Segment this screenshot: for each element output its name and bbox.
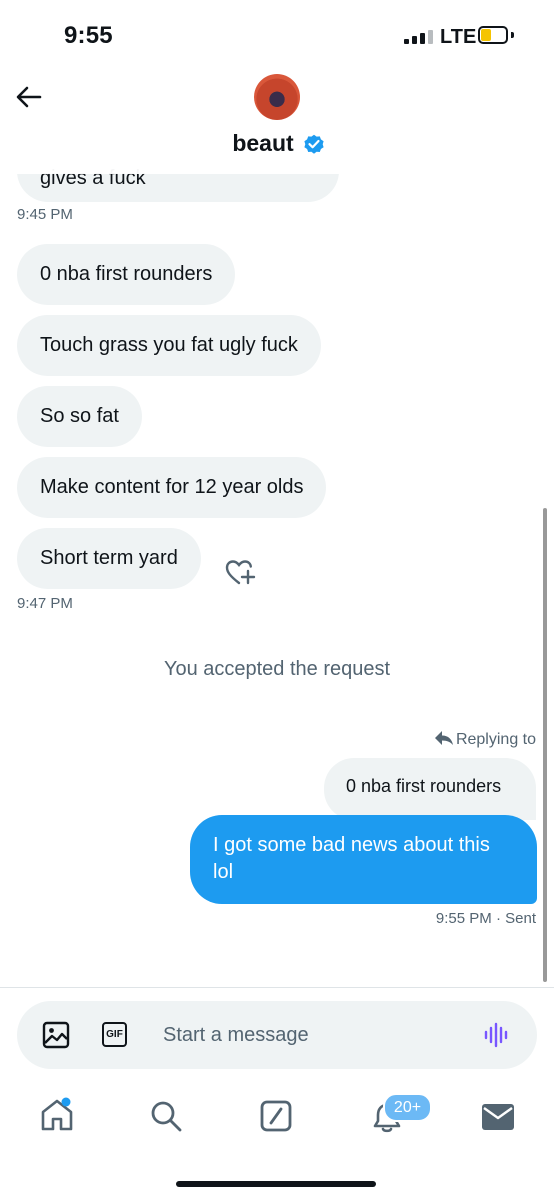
reply-icon [434, 731, 453, 745]
sent-message-line: lol [213, 861, 234, 883]
compose-icon[interactable] [259, 1099, 293, 1133]
message-text: Make content for 12 year olds [40, 476, 304, 498]
search-icon[interactable] [149, 1099, 183, 1133]
message-text: So so fat [40, 405, 119, 427]
gif-label: GIF [106, 1029, 123, 1040]
quoted-text: 0 nba first rounders [346, 776, 502, 796]
sent-status: · Sent [495, 910, 536, 927]
timestamp: 9:45 PM [17, 206, 73, 223]
scrollbar[interactable] [543, 508, 547, 982]
message-bubble[interactable]: Short term yard [17, 528, 201, 589]
message-bubble[interactable]: Touch grass you fat ugly fuck [17, 315, 321, 376]
gif-icon[interactable]: GIF [102, 1022, 127, 1047]
message-bubble[interactable]: Make content for 12 year olds [17, 457, 327, 518]
status-time: 9:55 [64, 22, 113, 49]
sent-time: 9:55 PM [435, 910, 492, 927]
image-icon[interactable] [42, 1021, 70, 1049]
quoted-message[interactable]: 0 nba first rounders [324, 758, 536, 820]
home-icon[interactable] [39, 1097, 75, 1133]
message-text: Short term yard [40, 547, 178, 569]
network-label: LTE [440, 26, 477, 48]
messages-icon[interactable] [481, 1103, 515, 1131]
verified-badge-icon [304, 134, 324, 154]
signal-icon [404, 30, 434, 44]
battery-cap [511, 32, 514, 38]
message-text: 0 nba first rounders [40, 263, 213, 285]
message-composer: GIF [17, 1001, 537, 1069]
timestamp: 9:47 PM [17, 595, 73, 612]
conversation-name-text: beaut [232, 130, 294, 156]
back-arrow-icon[interactable] [14, 82, 44, 112]
message-bubble[interactable]: 0 nba first rounders [17, 244, 236, 305]
composer-divider [0, 987, 554, 988]
conversation-name[interactable]: beaut [0, 130, 554, 157]
battery-level [481, 29, 491, 41]
home-indicator [176, 1181, 376, 1187]
replying-to-text: Replying to [455, 731, 536, 748]
sent-message-line: I got some bad news about this [213, 834, 490, 856]
message-text: Touch grass you fat ugly fuck [40, 334, 298, 356]
voice-message-icon[interactable] [483, 1021, 511, 1049]
system-message: You accepted the request [163, 658, 391, 680]
notification-badge: 20+ [383, 1093, 432, 1122]
sent-meta: 9:55 PM · Sent [436, 910, 536, 927]
message-bubble[interactable]: So so fat [17, 386, 142, 447]
avatar[interactable] [254, 74, 300, 120]
replying-to-label: Replying to [434, 730, 536, 749]
sent-message-bubble[interactable]: I got some bad news about this lol [190, 815, 537, 904]
add-reaction-icon[interactable] [224, 558, 258, 588]
message-input[interactable] [163, 1019, 453, 1051]
